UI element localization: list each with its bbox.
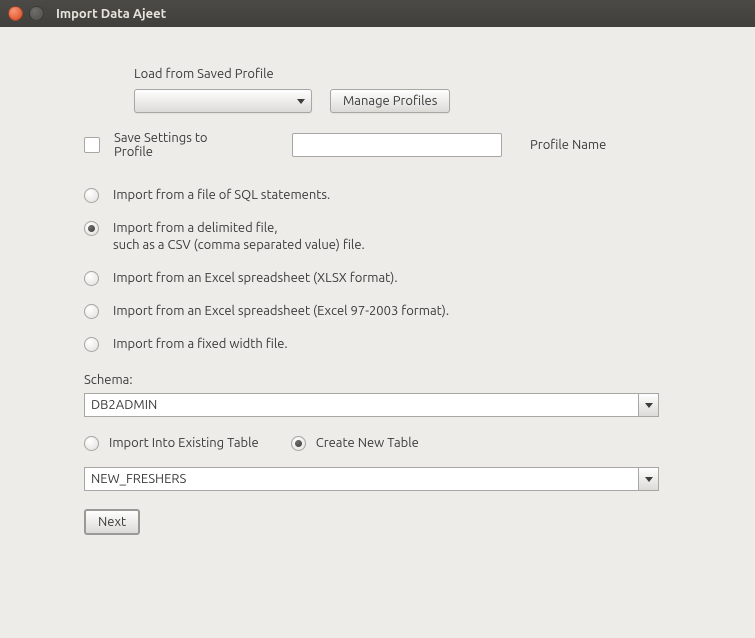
radio-import-sql-label: Import from a file of SQL statements. [113,187,330,204]
radio-import-fixed-label: Import from a fixed width file. [113,336,288,353]
radio-import-xls9703[interactable] [84,304,99,319]
close-icon[interactable] [8,6,23,21]
radio-import-sql[interactable] [84,188,99,203]
load-profile-label: Load from Saved Profile [134,67,274,81]
next-button[interactable]: Next [84,509,140,535]
radio-import-xlsx[interactable] [84,271,99,286]
radio-existing-table[interactable] [84,436,99,451]
dialog-body: Load from Saved Profile Manage Profiles … [0,27,755,638]
radio-create-table[interactable] [291,436,306,451]
chevron-down-icon [297,99,305,104]
schema-label: Schema: [84,373,659,387]
radio-import-delimited-label: Import from a delimited file, such as a … [113,220,365,254]
import-type-group: Import from a file of SQL statements. Im… [84,187,659,353]
radio-import-fixed[interactable] [84,337,99,352]
table-combo-arrow[interactable] [638,468,658,490]
profile-name-input[interactable] [292,133,502,157]
radio-existing-table-label: Import Into Existing Table [109,436,259,450]
schema-combo[interactable]: DB2ADMIN [84,393,659,417]
saved-profile-dropdown[interactable] [134,89,312,113]
radio-import-xlsx-label: Import from an Excel spreadsheet (XLSX f… [113,270,398,287]
profile-name-label: Profile Name [530,138,606,152]
save-settings-label: Save Settings to Profile [114,131,234,159]
schema-combo-arrow[interactable] [638,394,658,416]
radio-import-xls9703-label: Import from an Excel spreadsheet (Excel … [113,303,449,320]
table-name-combo[interactable]: NEW_FRESHERS [84,467,659,491]
window-title: Import Data Ajeet [56,7,166,21]
schema-value: DB2ADMIN [85,398,638,412]
destination-group: Import Into Existing Table Create New Ta… [84,435,659,451]
table-name-value: NEW_FRESHERS [85,472,638,486]
minimize-icon[interactable] [29,6,44,21]
save-settings-checkbox[interactable] [84,137,100,153]
manage-profiles-button[interactable]: Manage Profiles [330,89,450,113]
radio-create-table-label: Create New Table [316,436,419,450]
radio-import-delimited[interactable] [84,221,99,236]
window-titlebar: Import Data Ajeet [0,0,755,27]
